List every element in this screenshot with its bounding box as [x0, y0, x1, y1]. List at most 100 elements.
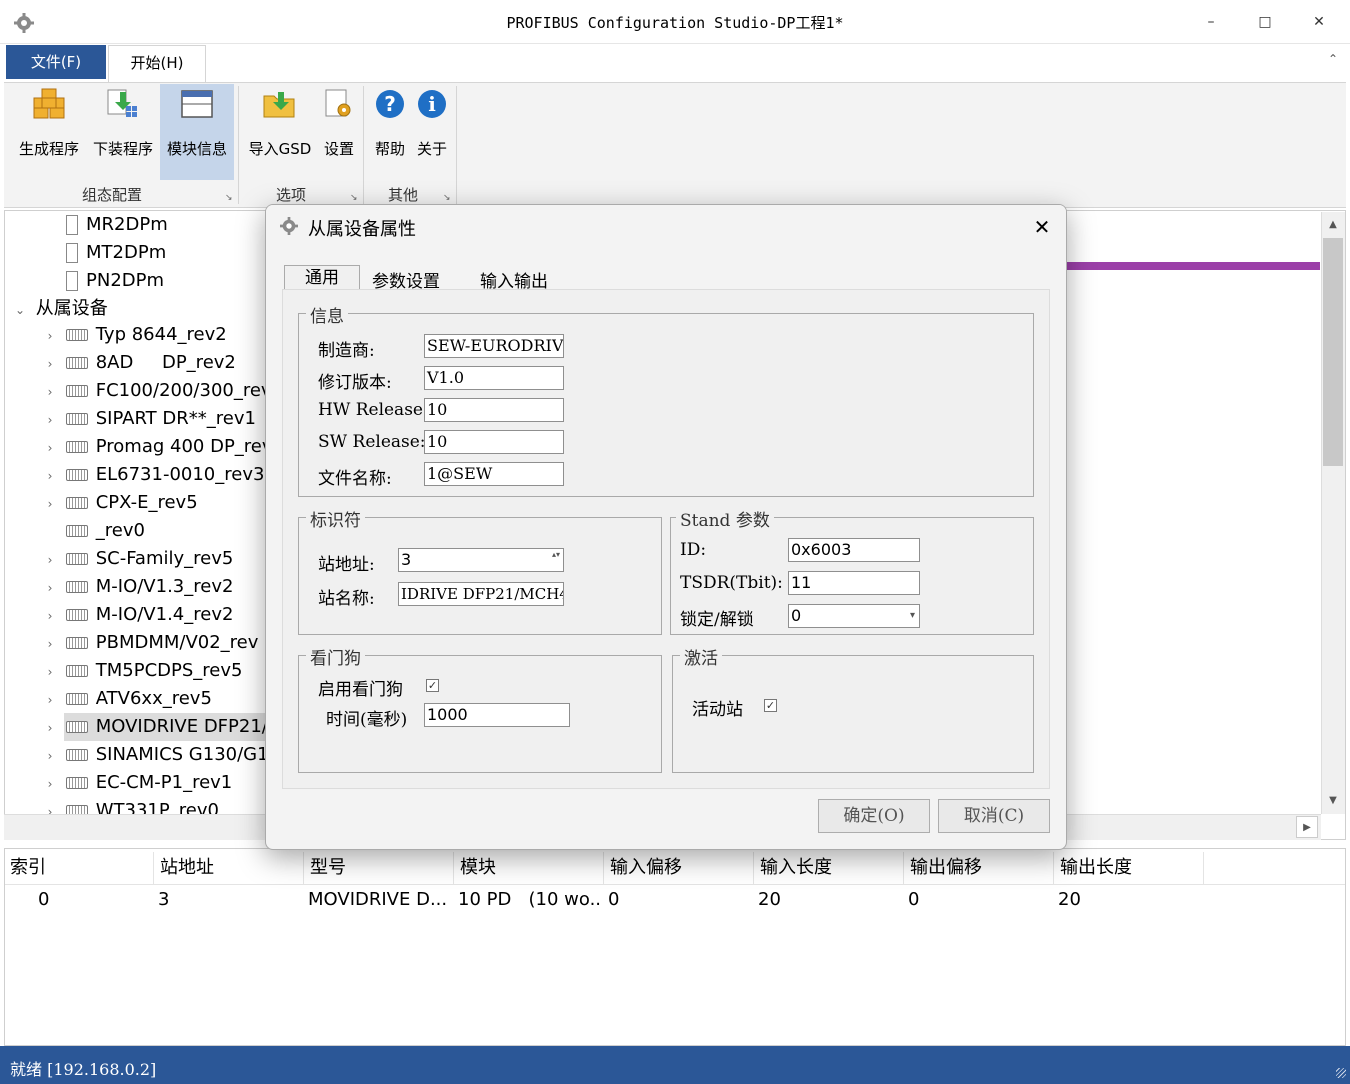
settings-button[interactable]: 设置 [318, 84, 360, 180]
tree-item[interactable]: › ATV6xx_rev5 [40, 685, 212, 713]
tree-item[interactable]: › SINAMICS G130/G1 [40, 741, 269, 769]
expand-chevron-icon[interactable]: › [40, 490, 60, 518]
tree-item-label: Typ 8644_rev2 [95, 324, 227, 345]
device-icon [65, 693, 88, 705]
revision-field[interactable]: V1.0 [424, 366, 564, 390]
menu-tab-file[interactable]: 文件(F) [6, 45, 106, 79]
svg-text:i: i [428, 92, 436, 116]
column-header[interactable]: 输入偏移 [604, 852, 754, 884]
tree-item[interactable]: MT2DPm [66, 239, 166, 267]
expand-chevron-icon[interactable]: › [40, 742, 60, 770]
resize-grip-icon[interactable] [1336, 1068, 1346, 1078]
tree-item[interactable]: › Typ 8644_rev2 [40, 321, 227, 349]
collapse-chevron-icon[interactable]: ⌄ [10, 296, 30, 324]
chevron-down-icon[interactable]: ▾ [910, 605, 915, 627]
tree-item-label: TM5PCDPS_rev5 [95, 660, 243, 681]
active-station-checkbox[interactable]: ✓ [764, 699, 777, 712]
expand-chevron-icon[interactable]: › [40, 686, 60, 714]
watchdog-time-field[interactable]: 1000 [424, 703, 570, 727]
device-icon [65, 609, 88, 621]
tree-item[interactable]: › EC-CM-P1_rev1 [40, 769, 233, 798]
expand-chevron-icon[interactable]: › [40, 630, 60, 658]
generate-program-button[interactable]: 生成程序 [14, 84, 84, 180]
tree-item[interactable]: MR2DPm [66, 211, 168, 239]
tree-item[interactable]: › SC-Family_rev5 [40, 545, 234, 574]
expand-chevron-icon[interactable]: › [40, 462, 60, 490]
minimize-button[interactable]: – [1188, 8, 1234, 36]
enable-watchdog-checkbox[interactable]: ✓ [426, 679, 439, 692]
table-cell: 3 [158, 889, 170, 910]
station-address-spinner[interactable]: 3 ▴▾ [398, 548, 564, 572]
station-name-field[interactable]: IDRIVE DFP21/MCH41 [398, 582, 564, 606]
expand-chevron-icon[interactable]: › [40, 714, 60, 742]
column-header[interactable]: 站地址 [154, 852, 304, 884]
tree-item[interactable]: › TM5PCDPS_rev5 [40, 657, 243, 686]
group-launcher-icon[interactable]: ↘ [225, 193, 233, 203]
tree-item-selected[interactable]: › MOVIDRIVE DFP21/ [40, 713, 268, 741]
tree-item[interactable]: › M-IO/V1.3_rev2 [40, 573, 234, 602]
tree-item-label: SINAMICS G130/G1 [95, 744, 269, 765]
help-button[interactable]: ? 帮助 [370, 84, 410, 180]
expand-chevron-icon[interactable]: › [40, 378, 60, 406]
scroll-down-icon[interactable]: ▼ [1323, 790, 1343, 812]
expand-chevron-icon[interactable]: › [40, 546, 60, 574]
expand-chevron-icon[interactable]: › [40, 658, 60, 686]
maximize-button[interactable]: □ [1242, 8, 1288, 36]
tree-item[interactable]: _rev0 [40, 517, 145, 545]
column-header[interactable]: 模块 [454, 852, 604, 884]
module-info-button[interactable]: 模块信息 [160, 84, 234, 180]
document-icon [66, 271, 78, 291]
expand-chevron-icon[interactable]: › [40, 406, 60, 434]
column-header[interactable]: 型号 [304, 852, 454, 884]
column-header[interactable]: 输出偏移 [904, 852, 1054, 884]
spinner-arrows-icon[interactable]: ▴▾ [552, 549, 560, 560]
tree-folder-slaves[interactable]: ⌄ 从属设备 [10, 295, 108, 323]
scroll-up-icon[interactable]: ▲ [1323, 214, 1343, 236]
dialog-close-button[interactable]: ✕ [1026, 213, 1058, 241]
expand-chevron-icon[interactable]: › [40, 602, 60, 630]
download-program-label: 下装程序 [92, 140, 153, 158]
tree-item[interactable]: › EL6731-0010_rev3 [40, 461, 265, 490]
tree-item[interactable]: › Promag 400 DP_rev [40, 433, 273, 461]
about-button[interactable]: i 关于 [412, 84, 452, 180]
hw-release-field[interactable]: 10 [424, 398, 564, 422]
tree-item[interactable]: › M-IO/V1.4_rev2 [40, 601, 234, 630]
tree-item[interactable]: PN2DPm [66, 267, 164, 295]
group-launcher-icon[interactable]: ↘ [350, 193, 358, 203]
expand-chevron-icon[interactable]: › [40, 434, 60, 462]
scroll-right-icon[interactable]: ▶ [1296, 816, 1318, 838]
sw-release-field[interactable]: 10 [424, 430, 564, 454]
tree-item[interactable]: › CPX-E_rev5 [40, 489, 198, 517]
cancel-button[interactable]: 取消(C) [938, 799, 1050, 833]
expand-chevron-icon[interactable]: › [40, 574, 60, 602]
tree-item[interactable]: › FC100/200/300_rev [40, 377, 272, 405]
import-gsd-button[interactable]: 导入GSD [246, 84, 314, 180]
group-launcher-icon[interactable]: ↘ [443, 193, 451, 203]
ok-button[interactable]: 确定(O) [818, 799, 930, 833]
station-address-label: 站地址: [318, 555, 375, 575]
id-label: ID: [680, 540, 707, 560]
lock-select[interactable]: 0 ▾ [788, 604, 920, 628]
group-identifier [298, 517, 662, 635]
tsdr-field[interactable]: 11 [788, 571, 920, 595]
manufacturer-field[interactable]: SEW-EURODRIVE [424, 334, 564, 358]
ribbon-collapse-icon[interactable]: ⌃ [1328, 52, 1338, 66]
device-icon [65, 665, 88, 677]
column-header[interactable]: 输出长度 [1054, 852, 1204, 884]
tree-item[interactable]: › PBMDMM/V02_rev [40, 629, 259, 658]
scrollbar-thumb[interactable] [1323, 238, 1343, 466]
download-program-button[interactable]: 下装程序 [88, 84, 158, 180]
tree-item[interactable]: › SIPART DR**_rev1 [40, 405, 256, 433]
column-header[interactable]: 输入长度 [754, 852, 904, 884]
expand-chevron-icon[interactable]: › [40, 322, 60, 350]
tree-item[interactable]: › 8AD DP_rev2 [40, 349, 236, 377]
hw-release-label: HW Release: [318, 400, 429, 420]
expand-chevron-icon[interactable]: › [40, 350, 60, 378]
column-header[interactable]: 索引 [4, 852, 154, 884]
id-field[interactable]: 0x6003 [788, 538, 920, 562]
menu-tab-home[interactable]: 开始(H) [108, 45, 206, 83]
close-window-button[interactable]: ✕ [1296, 8, 1342, 36]
filename-field[interactable]: 1@SEW [424, 462, 564, 486]
tab-general[interactable]: 通用 [284, 265, 360, 291]
expand-chevron-icon[interactable]: › [40, 770, 60, 798]
